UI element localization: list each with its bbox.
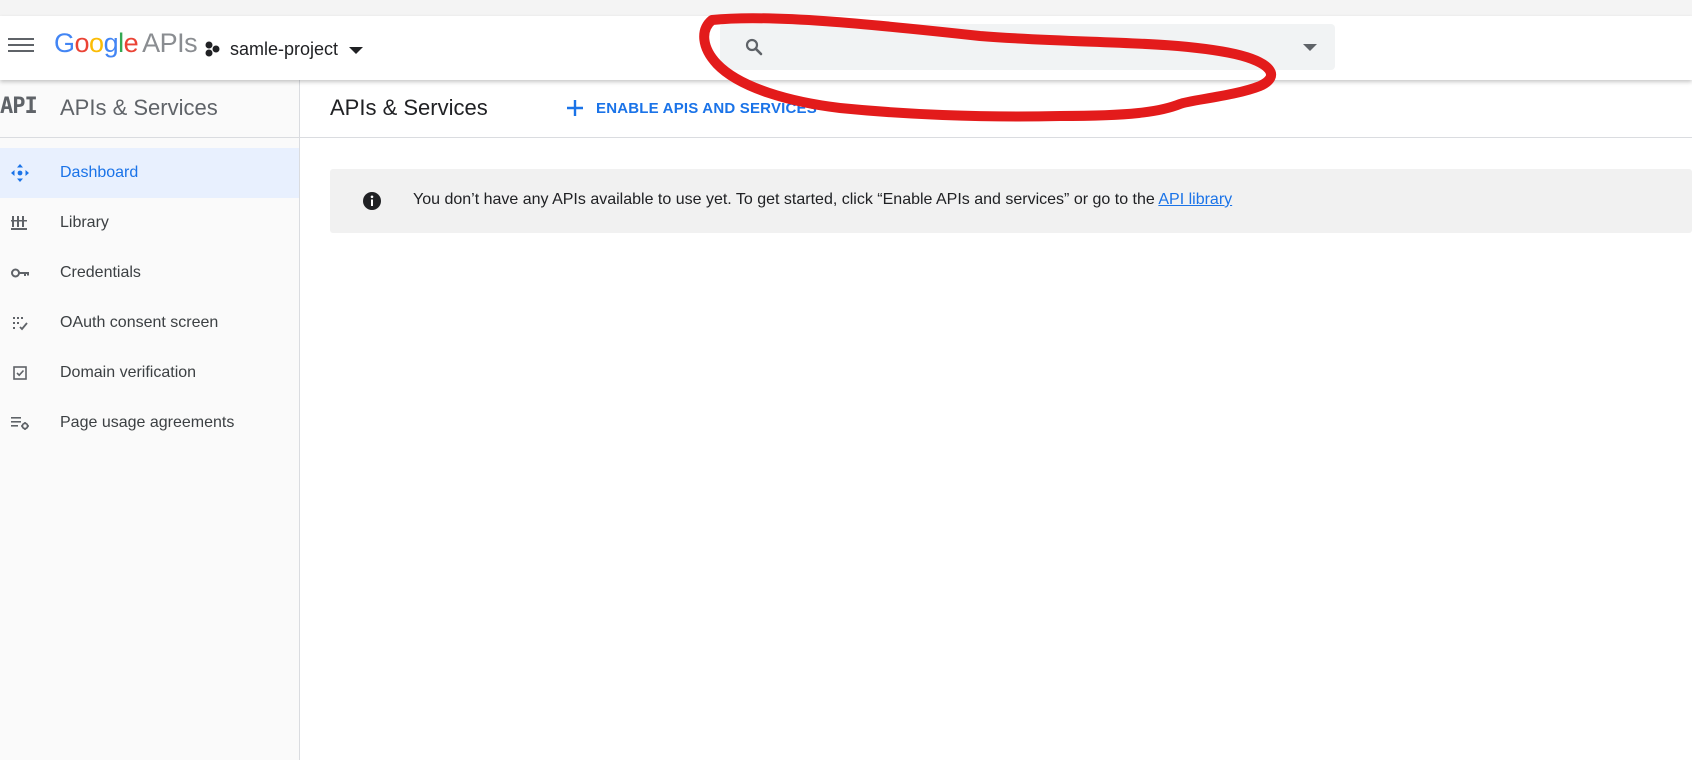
enable-apis-button[interactable]: ENABLE APIS AND SERVICES (564, 89, 817, 127)
api-badge-icon: API (0, 94, 38, 119)
info-banner: You don’t have any APIs available to use… (330, 169, 1692, 233)
project-dots-icon (205, 41, 220, 57)
info-icon (363, 192, 381, 210)
search-bar (720, 24, 1335, 70)
settings-list-icon (11, 417, 29, 430)
search-expand-caret-icon[interactable] (1303, 44, 1317, 51)
search-input[interactable] (778, 32, 1258, 62)
page-title: APIs & Services (330, 95, 488, 120)
sidebar-title: APIs & Services (60, 95, 218, 120)
sidebar-item-label: Page usage agreements (60, 414, 235, 431)
hamburger-menu-icon[interactable] (8, 34, 34, 60)
key-icon (11, 268, 29, 278)
top-app-bar: Google APIs samle-project (0, 16, 1692, 80)
sidebar-item-library[interactable]: Library (0, 198, 299, 248)
dashboard-icon (11, 164, 29, 182)
sidebar-item-credentials[interactable]: Credentials (0, 248, 299, 298)
sidebar-item-label: Domain verification (60, 364, 197, 381)
content-header: APIs & Services ENABLE APIS AND SERVICES (300, 80, 1692, 138)
search-icon (745, 38, 763, 56)
checkbox-icon (13, 366, 27, 380)
sidebar-item-label: OAuth consent screen (60, 314, 219, 331)
banner-text: You don’t have any APIs available to use… (413, 191, 1159, 208)
banner-message: You don’t have any APIs available to use… (413, 191, 1232, 209)
sidebar-item-oauth-consent[interactable]: OAuth consent screen (0, 298, 299, 348)
oauth-consent-icon (13, 317, 28, 331)
sidebar-item-dashboard[interactable]: Dashboard (0, 148, 299, 198)
sidebar-item-label: Credentials (60, 264, 141, 281)
plus-icon (567, 100, 583, 116)
google-apis-logo[interactable]: Google APIs (54, 28, 198, 59)
project-name: samle-project (230, 38, 339, 59)
library-icon (11, 216, 27, 230)
sidebar-header: API APIs & Services (0, 80, 299, 138)
sidebar-item-label: Dashboard (60, 164, 139, 181)
project-selector[interactable]: samle-project (204, 34, 364, 64)
sidebar-nav: Dashboard Library Credentials OAuth cons… (0, 148, 299, 448)
sidebar-item-label: Library (60, 214, 109, 231)
sidebar-item-domain-verification[interactable]: Domain verification (0, 348, 299, 398)
sidebar-item-page-usage-agreements[interactable]: Page usage agreements (0, 398, 299, 448)
window-top-strip (0, 0, 1692, 16)
caret-down-icon (349, 46, 364, 54)
api-library-link[interactable]: API library (1158, 191, 1232, 208)
left-sidebar: API APIs & Services Dashboard Library Cr… (0, 80, 300, 760)
logo-apis-text: APIs (142, 28, 198, 58)
enable-apis-label: ENABLE APIS AND SERVICES (596, 99, 817, 117)
